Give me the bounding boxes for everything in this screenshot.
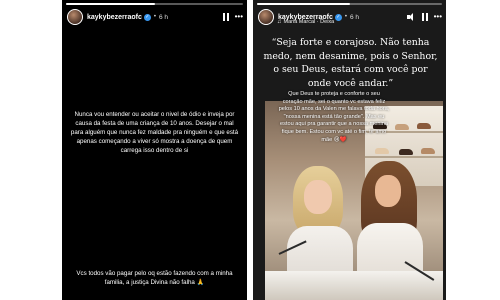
shelf-divider [365, 156, 443, 158]
bible-quote: “Seja forte e corajoso. Não tenha medo, … [263, 37, 438, 89]
shoe [399, 149, 413, 155]
story-header: kaykybezerraofc ✓ • 6 h ••• [67, 8, 243, 26]
more-icon[interactable]: ••• [235, 12, 243, 22]
story-progress-bar [66, 3, 243, 5]
avatar[interactable] [258, 9, 274, 25]
story-progress-bar [257, 3, 442, 5]
more-icon[interactable]: ••• [434, 12, 442, 22]
separator: • [153, 14, 156, 20]
post-time: 6 h [349, 13, 360, 21]
post-time: 6 h [158, 13, 169, 21]
shoe [421, 148, 435, 154]
story-footer-text: Vcs todos vão pagar pelo oq estão fazend… [76, 270, 233, 286]
story-caption: Que Deus te proteja e conforte o seu cor… [278, 91, 390, 143]
mute-icon[interactable] [406, 13, 416, 21]
username[interactable]: kaykybezerraofc [87, 14, 142, 21]
header-controls: ••• [406, 12, 442, 22]
music-attribution[interactable]: ♫ Maria Marcal · Deixa [277, 19, 334, 25]
avatar[interactable] [67, 9, 83, 25]
shoe [395, 124, 409, 130]
pause-icon[interactable] [222, 13, 229, 21]
story-progress-fill [257, 3, 350, 5]
shoe [375, 148, 389, 154]
shoe [417, 123, 431, 129]
music-label: Maria Marcal · Deixa [283, 19, 335, 25]
story-progress-fill [66, 3, 155, 5]
separator: • [344, 14, 347, 20]
verified-icon: ✓ [334, 13, 342, 21]
header-controls: ••• [222, 12, 243, 22]
story-text: Nunca vou entender ou aceitar o nivel de… [70, 111, 239, 154]
music-icon: ♫ [277, 19, 282, 25]
story-left[interactable]: kaykybezerraofc ✓ • 6 h ••• Nunca vou en… [62, 0, 247, 300]
table [265, 271, 443, 300]
pause-icon[interactable] [421, 13, 428, 21]
story-right[interactable]: kaykybezerraofc ✓ • 6 h ••• ♫ Maria Marc… [253, 0, 446, 300]
verified-icon: ✓ [143, 13, 151, 21]
